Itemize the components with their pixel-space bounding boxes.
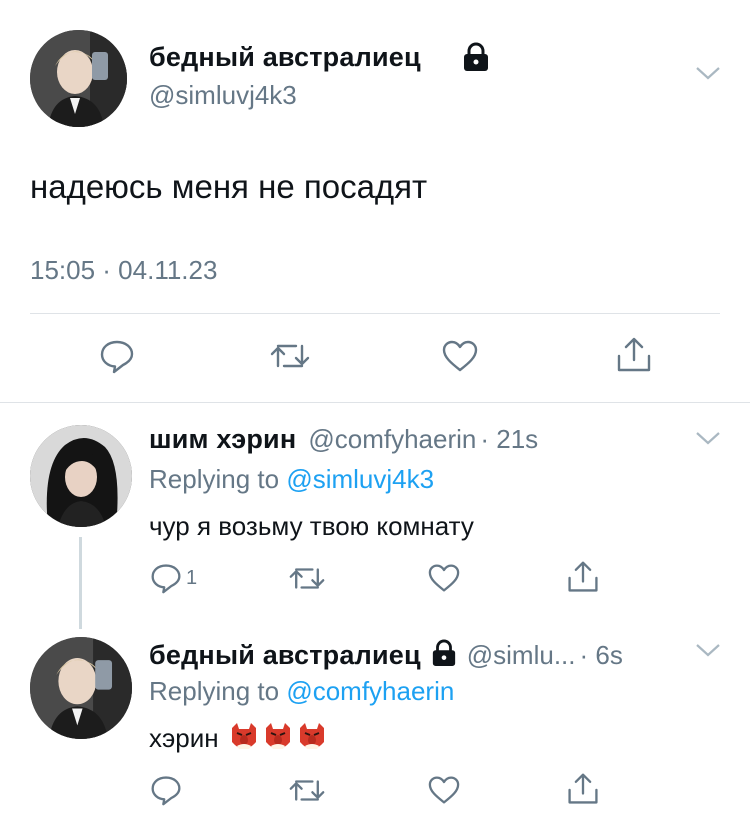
share-icon[interactable] [566,772,600,806]
goblin-mask-icon [265,723,290,749]
reply-time[interactable]: · 6s [580,640,623,671]
like-icon[interactable] [427,775,461,805]
reply-text: хэрин [149,722,219,753]
like-icon[interactable] [441,339,479,373]
chevron-down-icon[interactable] [695,65,721,86]
replying-to-label: Replying to [149,676,280,706]
main-tweet-text: надеюсь меня не посадят [30,168,428,205]
retweet-icon[interactable] [289,776,325,805]
goblin-mask-icon [299,723,324,749]
reply-text: чур я возьму твою комнату [149,511,474,541]
lock-icon [462,42,490,77]
divider [30,313,720,314]
replying-to-line: Replying to @comfyhaerin [149,676,454,707]
like-icon[interactable] [427,563,461,593]
reply-time[interactable]: · 21s [480,424,538,455]
reply-author-name[interactable]: бедный австралиец [149,640,421,671]
replying-to-mention[interactable]: @comfyhaerin [286,676,454,706]
main-author-handle[interactable]: @simluvj4k3 [149,80,297,111]
replying-to-mention[interactable]: @simluvj4k3 [286,464,434,494]
reply-author-handle[interactable]: @comfyhaerin [308,424,476,455]
retweet-icon[interactable] [289,564,325,593]
main-author-avatar[interactable] [30,30,127,127]
reply-text-line: хэрин [149,722,331,754]
share-icon[interactable] [566,560,600,594]
emoji-group [229,722,331,754]
reply-icon[interactable]: 1 [150,562,197,594]
reply-header: шим хэрин @comfyhaerin · 21s [149,424,538,455]
replying-to-label: Replying to [149,464,280,494]
reply-header: бедный австралиец @simlu... · 6s [149,636,623,671]
reply-author-avatar[interactable] [30,425,132,527]
reply-author-handle[interactable]: @simlu... [467,640,576,671]
reply-icon[interactable] [150,774,182,806]
reply-count: 1 [186,566,198,589]
retweet-icon[interactable] [270,340,310,372]
reply-icon[interactable] [99,338,135,374]
reply-author-name[interactable]: шим хэрин [149,424,296,455]
main-author-name-text: бедный австралиец [149,42,421,72]
divider [0,402,750,403]
main-author-name[interactable]: бедный австралиец [149,42,421,73]
reply-author-avatar[interactable] [30,637,132,739]
replying-to-line: Replying to @simluvj4k3 [149,464,434,495]
goblin-mask-icon [231,723,256,749]
main-tweet-timestamp[interactable]: 15:05 · 04.11.23 [30,255,217,286]
chevron-down-icon[interactable] [695,430,721,451]
thread-line [79,537,82,629]
share-icon[interactable] [615,336,653,374]
lock-icon [431,639,457,672]
chevron-down-icon[interactable] [695,642,721,663]
